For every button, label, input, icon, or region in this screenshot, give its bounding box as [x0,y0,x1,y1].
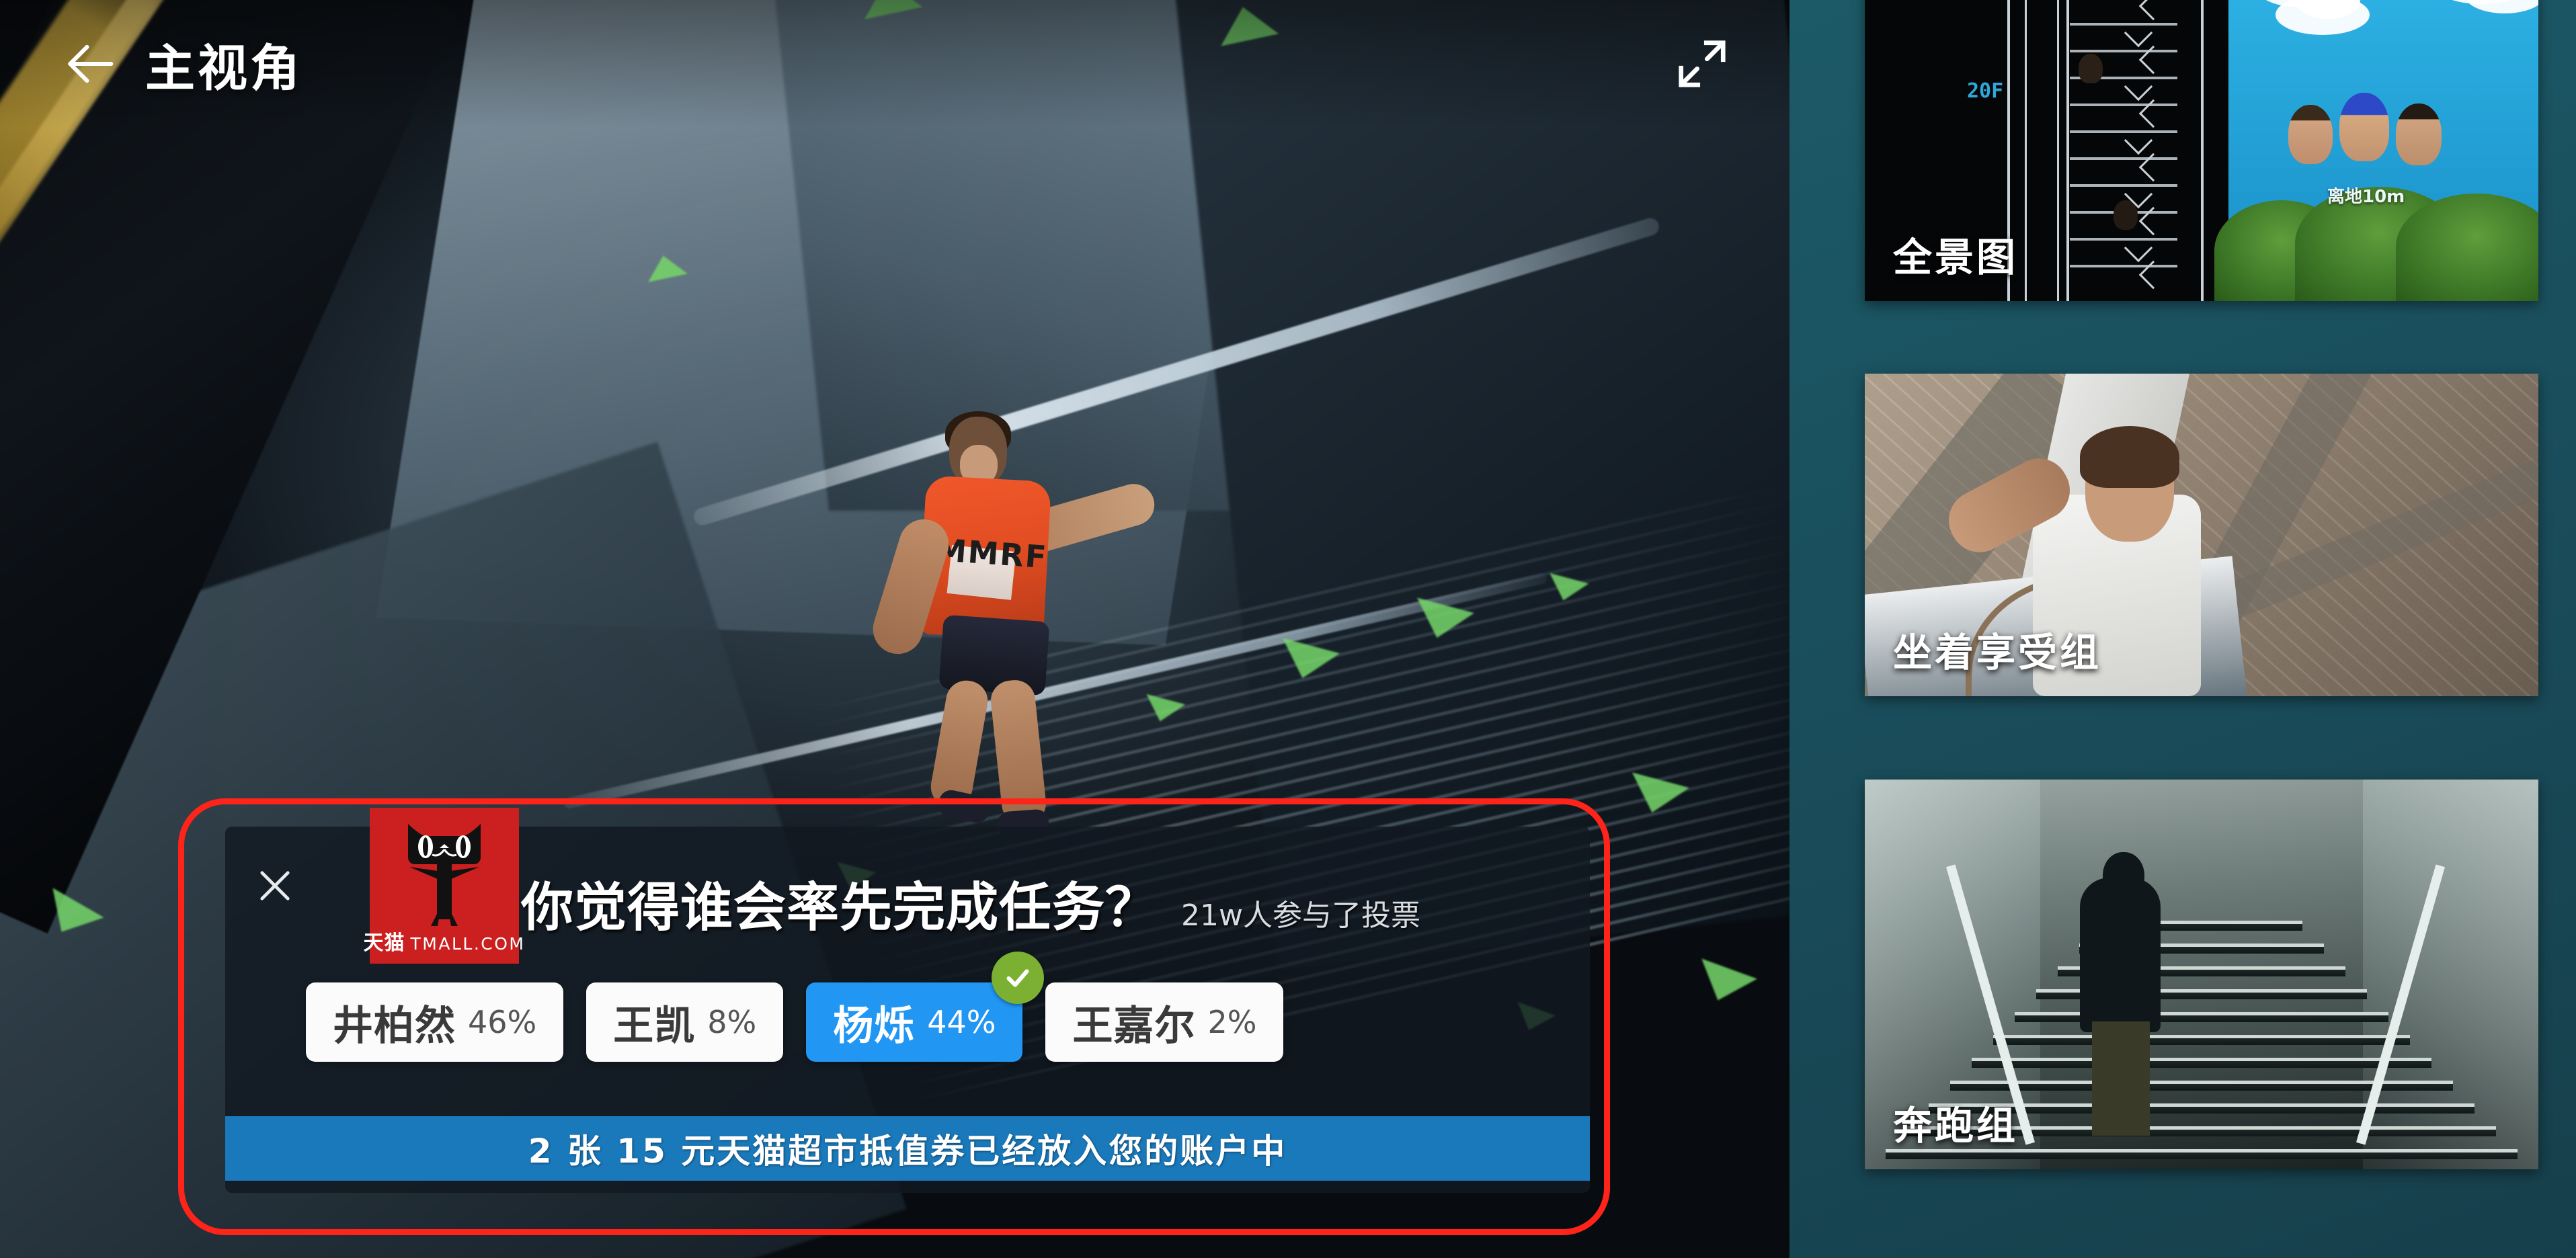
panorama-landing-line [2070,157,2177,160]
close-x-icon[interactable] [253,864,296,907]
person-silhouette-head [2103,852,2144,900]
check-mark-icon [1007,969,1029,987]
vote-question-text: 你觉得谁会率先完成任务？ [521,878,1159,938]
tmall-name-cn: 天猫 [363,931,405,955]
stair-step [1993,1035,2410,1045]
sidebar-thumbnail-sitting-group[interactable]: 坐着享受组 [1865,374,2538,696]
shaft-line [2201,0,2204,301]
vote-option-percent: 2% [1207,1004,1257,1040]
celebrity-face-1 [2288,105,2333,164]
coupon-notice-bar[interactable]: 2 张 15 元天猫超市抵值券已经放入您的账户中 [225,1116,1590,1181]
app-root: MMRF 主视角 天猫 TMALL.COM 你觉得谁会率先完成任务？ 21w人参… [0,0,2576,1258]
vote-participant-count: 21w人参与了投票 [1181,898,1420,933]
panorama-landing-line [2070,103,2177,106]
coupon-notice-text: 2 张 15 元天猫超市抵值券已经放入您的账户中 [528,1132,1287,1171]
vote-option-3[interactable]: 杨烁 44% [806,952,1045,1062]
celebrity-face-3 [2396,103,2442,165]
person-hair [2080,426,2179,488]
stair-step [1972,1058,2431,1068]
panorama-landing-line [2070,184,2177,187]
thumbnail-label-running-group: 奔跑组 [1893,1103,2019,1148]
shaft-line [2066,0,2069,301]
back-navigation-group[interactable]: 主视角 [61,28,303,100]
shaft-line [2025,0,2027,301]
floor-label-20f: 20F [1967,79,2004,103]
panorama-climber [2114,200,2138,230]
panorama-landing-line [2070,23,2177,26]
thumbnail-label-panorama: 全景图 [1893,235,2019,280]
thumbnail-sidebar: 20F 离地10m 全景图 坐着享受组 奔跑组 [1789,0,2576,1258]
page-title: 主视角 [145,39,303,97]
tmall-name-en: TMALL.COM [410,934,526,954]
vote-option-4[interactable]: 王嘉尔 2% [1045,982,1284,1062]
celebrity-face-2 [2339,93,2389,161]
vote-option-name: 王嘉尔 [1072,1002,1196,1050]
person-silhouette-legs [2092,1021,2150,1136]
stair-step [2015,1012,2388,1022]
fullscreen-expand-icon[interactable] [1668,30,1736,97]
tmall-brand-logo: 天猫 TMALL.COM [364,808,524,964]
thumbnail-label-sitting-group: 坐着享受组 [1893,630,2102,675]
vote-option-percent: 44% [927,1004,996,1040]
vote-option-name: 杨烁 [833,1002,916,1050]
altitude-label: 离地10m [2327,187,2405,207]
panorama-landing-line [2070,130,2177,133]
vote-option-1[interactable]: 井柏然 46% [306,982,564,1062]
panorama-landing-line [2070,265,2177,267]
tmall-wordmark: 天猫 TMALL.COM [364,926,526,956]
tmall-cat-logo [408,824,481,926]
shaft-line [2057,0,2059,301]
runner-left-leg [927,677,992,810]
vote-option-name: 王凯 [613,1002,696,1050]
vote-overlay-wrapper: 天猫 TMALL.COM 你觉得谁会率先完成任务？ 21w人参与了投票 井柏然 4… [178,798,1610,1235]
video-top-bar: 主视角 [0,0,1789,128]
panorama-landing-line [2070,50,2177,52]
vote-selected-check-badge [992,952,1045,1004]
panorama-climber [2079,54,2103,83]
vote-panel: 天猫 TMALL.COM 你觉得谁会率先完成任务？ 21w人参与了投票 井柏然 4… [225,808,1590,1193]
vote-header-row: 你觉得谁会率先完成任务？ 21w人参与了投票 [521,866,1420,941]
runner-jersey-text: MMRF [934,531,1049,576]
runner-figure: MMRF [867,411,1160,839]
person-silhouette-torso [2080,878,2161,1032]
sidebar-thumbnail-running-group[interactable]: 奔跑组 [1865,780,2538,1169]
vote-options-row: 井柏然 46% 王凯 8% 杨烁 44% 王嘉尔 2% [306,952,1284,1062]
stair-step [1886,1149,2518,1159]
vote-option-percent: 8% [707,1004,757,1040]
back-arrow-icon[interactable] [61,35,118,93]
sidebar-thumbnail-panorama[interactable]: 20F 离地10m 全景图 [1865,0,2538,301]
vote-option-name: 井柏然 [333,1002,456,1050]
vote-option-percent: 46% [468,1004,537,1040]
vote-option-2[interactable]: 王凯 8% [586,982,784,1062]
panorama-landing-line [2070,238,2177,241]
